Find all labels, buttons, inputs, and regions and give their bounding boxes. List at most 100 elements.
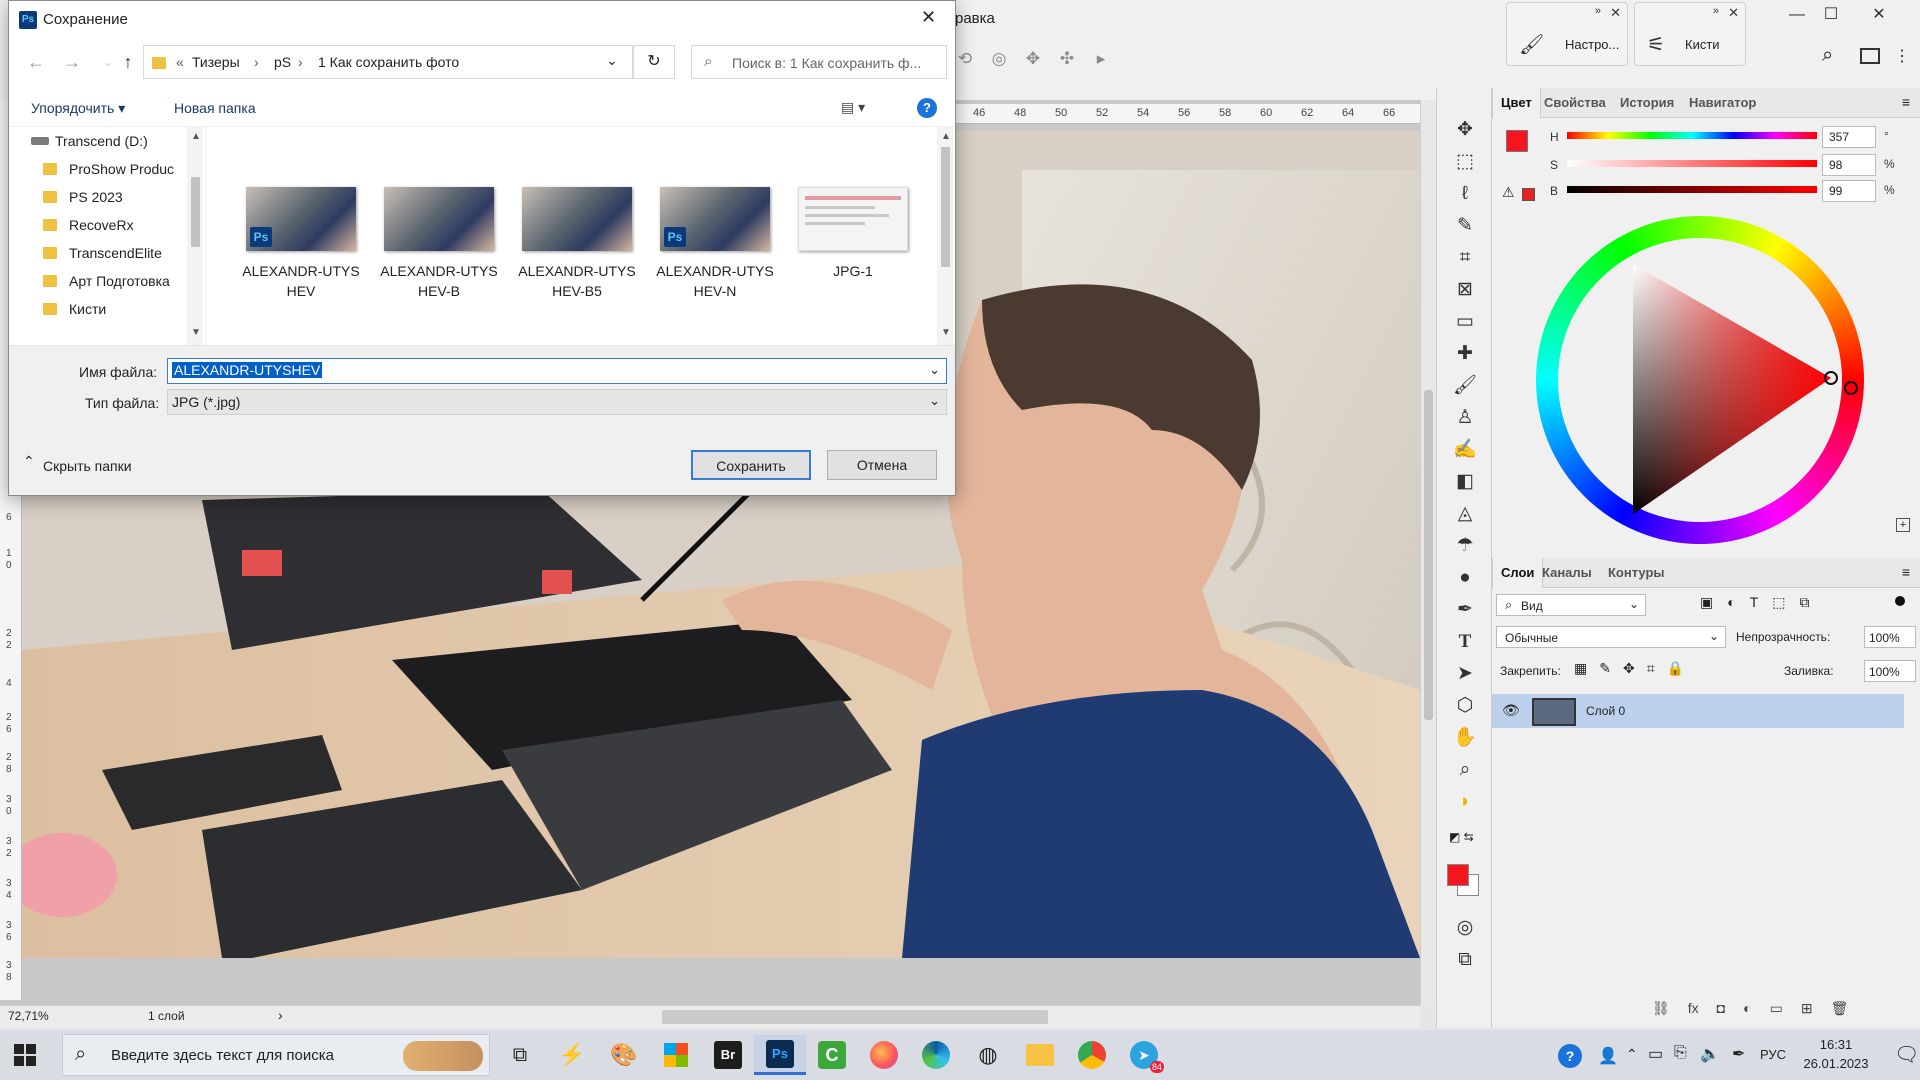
person-icon[interactable]: 👤 xyxy=(1598,1046,1618,1066)
filetype-select[interactable]: JPG (*.jpg) ⌄ xyxy=(167,389,947,415)
nav-item-drive[interactable]: Transcend (D:) xyxy=(31,127,148,155)
expand-icon[interactable]: » xyxy=(1595,5,1601,17)
photoshop-taskbar-icon[interactable]: Ps xyxy=(754,1035,806,1075)
horizontal-scroll-thumb[interactable] xyxy=(662,1010,1048,1024)
color-wheel[interactable] xyxy=(1536,216,1864,544)
opacity-input[interactable]: 100% xyxy=(1864,626,1916,648)
chevron-down-icon[interactable]: ⌄ xyxy=(606,52,618,69)
lasso-tool-icon[interactable]: ℓ xyxy=(1451,180,1479,208)
3d-camera-icon[interactable]: ▸ xyxy=(1091,49,1111,69)
task-view-icon[interactable]: ⧉ xyxy=(494,1035,546,1075)
saturation-value-input[interactable]: 98 xyxy=(1822,154,1876,176)
brush-settings-mini-panel[interactable]: » ✕ 🖌 Настро... xyxy=(1506,2,1628,66)
scrollbar-thumb[interactable] xyxy=(191,177,200,247)
firefox-icon[interactable] xyxy=(858,1035,910,1075)
refresh-icon[interactable]: ↻ xyxy=(633,45,675,79)
foreground-color-swatch[interactable] xyxy=(1447,864,1469,886)
explorer-icon[interactable] xyxy=(1014,1035,1066,1075)
file-item[interactable]: Ps ALEXANDR-UTYS HEV-N xyxy=(649,187,781,327)
file-item[interactable]: JPG-1 xyxy=(787,187,919,327)
path-select-icon[interactable]: ➤ xyxy=(1451,660,1479,688)
cancel-button[interactable]: Отмена xyxy=(827,450,937,480)
chevron-up-icon[interactable]: ⌃ xyxy=(1626,1046,1638,1063)
filter-type-icon[interactable]: T xyxy=(1750,594,1759,611)
filename-input[interactable]: ALEXANDR-UTYSHEV ⌄ xyxy=(167,358,947,384)
filter-smart-icon[interactable]: ⧉ xyxy=(1800,594,1810,611)
eraser-tool-icon[interactable]: ◧ xyxy=(1451,468,1479,496)
search-icon[interactable]: ⌕ xyxy=(1822,44,1833,67)
hue-value-input[interactable]: 357 xyxy=(1822,126,1876,148)
history-brush-icon[interactable]: ✍ xyxy=(1451,436,1479,464)
chevron-down-icon[interactable]: ⌄ xyxy=(929,362,940,378)
breadcrumb[interactable]: « Тизеры › pS › 1 Как сохранить фото ⌄ xyxy=(143,45,633,79)
tab-properties[interactable]: Свойства xyxy=(1536,88,1614,118)
screen-mode-icon[interactable]: ⧉ xyxy=(1451,946,1479,974)
clock-time[interactable]: 16:31 xyxy=(1806,1037,1866,1052)
brush-tool-icon[interactable]: 🖌 xyxy=(1451,372,1479,400)
file-item[interactable]: ALEXANDR-UTYS HEV-B5 xyxy=(511,187,643,327)
hand-tool-icon[interactable]: ✋ xyxy=(1451,724,1479,752)
default-colors-icon[interactable]: ◩ ⇆ xyxy=(1449,830,1474,844)
stamp-tool-icon[interactable]: ♙ xyxy=(1451,404,1479,432)
search-input[interactable]: ⌕ Поиск в: 1 Как сохранить ф... xyxy=(691,45,947,79)
zoom-tool-icon[interactable]: ⌕ xyxy=(1451,756,1479,784)
lock-position-icon[interactable]: ✥ xyxy=(1623,660,1635,677)
network-icon[interactable]: ⎘ xyxy=(1674,1044,1687,1062)
scrollbar-thumb[interactable] xyxy=(941,147,950,267)
view-options-icon[interactable]: ▤ ▾ xyxy=(841,99,865,116)
chevron-right-icon[interactable]: › xyxy=(278,1007,283,1023)
file-item[interactable]: ALEXANDR-UTYS HEV-B xyxy=(373,187,505,327)
breadcrumb-item[interactable]: pS xyxy=(274,54,291,70)
adjustment-icon[interactable]: ◐ xyxy=(1743,1000,1751,1017)
save-button[interactable]: Сохранить xyxy=(691,450,811,480)
nav-item-folder[interactable]: PS 2023 xyxy=(43,183,123,211)
volume-icon[interactable]: 🔈 xyxy=(1700,1044,1720,1064)
zoom-level[interactable]: 72,71% xyxy=(8,1009,49,1023)
lock-artboard-icon[interactable]: ⌗ xyxy=(1647,660,1655,677)
marquee-tool-icon[interactable]: ⬚ xyxy=(1451,148,1479,176)
search-app-icon[interactable]: ◍ xyxy=(962,1035,1014,1075)
file-list-scrollbar[interactable]: ▲ ▼ xyxy=(937,127,953,345)
3d-slide-icon[interactable]: ✣ xyxy=(1057,49,1077,69)
chrome-icon[interactable] xyxy=(1066,1035,1118,1075)
bridge-icon[interactable]: Br xyxy=(702,1035,754,1075)
tab-navigator[interactable]: Навигатор xyxy=(1681,88,1764,118)
nav-item-folder[interactable]: ProShow Produc xyxy=(43,155,174,183)
tab-channels[interactable]: Каналы xyxy=(1534,558,1600,588)
dialog-close-button[interactable]: ✕ xyxy=(921,7,936,28)
file-item[interactable]: Ps ALEXANDR-UTYS HEV xyxy=(235,187,367,327)
reaper-icon[interactable]: ⚡ xyxy=(546,1035,598,1075)
hue-slider[interactable]: H 357 ° xyxy=(1492,126,1920,152)
pen-tool-icon[interactable]: ✒ xyxy=(1451,596,1479,624)
move-tool-icon[interactable]: ✥ xyxy=(1451,116,1479,144)
eye-icon[interactable]: 👁 xyxy=(1502,702,1520,719)
trash-icon[interactable]: 🗑 xyxy=(1831,1000,1849,1017)
panel-menu-icon[interactable]: ≡ xyxy=(1902,564,1910,580)
breadcrumb-item[interactable]: 1 Как сохранить фото xyxy=(318,54,459,70)
dodge-tool-icon[interactable]: ● xyxy=(1451,564,1479,592)
filter-toggle[interactable] xyxy=(1895,596,1905,606)
brushes-mini-panel[interactable]: » ✕ ⚟ Кисти xyxy=(1634,2,1746,66)
close-icon[interactable]: ✕ xyxy=(1610,5,1621,21)
filter-pixel-icon[interactable]: ▣ xyxy=(1700,594,1713,611)
tab-history[interactable]: История xyxy=(1612,88,1682,118)
lock-transparent-icon[interactable]: ▦ xyxy=(1574,660,1587,677)
blur-tool-icon[interactable]: ☂ xyxy=(1451,532,1479,560)
shape-tool-icon[interactable]: ⬡ xyxy=(1451,692,1479,720)
organize-button[interactable]: Упорядочить ▾ xyxy=(31,100,125,117)
scrollbar-thumb[interactable] xyxy=(1424,390,1433,720)
tab-paths[interactable]: Контуры xyxy=(1600,558,1673,588)
3d-roll-icon[interactable]: ◎ xyxy=(989,49,1009,69)
share-icon[interactable]: ⋮ xyxy=(1894,46,1910,66)
up-arrow-icon[interactable]: ↑ xyxy=(113,47,143,77)
nav-item-folder[interactable]: Арт Подготовка xyxy=(43,267,170,295)
panel-menu-icon[interactable]: ≡ xyxy=(1902,94,1910,110)
layer-row[interactable]: 👁 Слой 0 xyxy=(1492,694,1904,728)
crop-tool-icon[interactable]: ⌗ xyxy=(1451,244,1479,272)
quick-mask-icon[interactable]: ◎ xyxy=(1451,914,1479,942)
layer-filter-select[interactable]: ⌕ Вид ⌄ xyxy=(1496,594,1646,616)
add-swatch-icon[interactable]: + xyxy=(1896,518,1910,532)
mask-icon[interactable]: ◘ xyxy=(1717,1000,1725,1017)
frame-tool-icon[interactable]: ⊠ xyxy=(1451,276,1479,304)
type-tool-icon[interactable]: T xyxy=(1451,628,1479,656)
